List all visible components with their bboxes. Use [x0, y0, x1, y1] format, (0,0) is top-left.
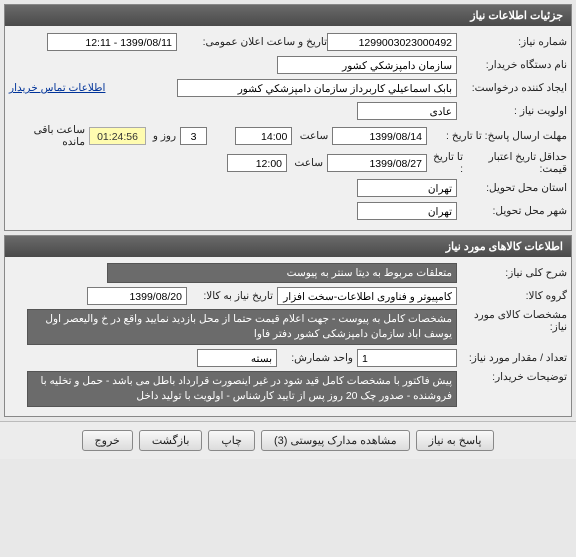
validity-label: حداقل تاریخ اعتبار قیمت: — [467, 151, 567, 175]
city-label: شهر محل تحویل: — [457, 205, 567, 217]
goods-info-panel: اطلاعات کالاهای مورد نیاز شرح کلی نیاز: … — [4, 235, 572, 417]
need-until-field: 1399/08/20 — [87, 287, 187, 305]
panel2-body: شرح کلی نیاز: متعلقات مربوط به دیتا سنتر… — [5, 257, 571, 416]
qty-field: 1 — [357, 349, 457, 367]
validity-to-label: تا تاریخ : — [427, 151, 467, 175]
province-label: استان محل تحویل: — [457, 182, 567, 194]
row-province: استان محل تحویل: تهران — [9, 178, 567, 198]
device-field: سازمان دامپزشکي کشور — [277, 56, 457, 74]
need-no-label: شماره نیاز: — [457, 36, 567, 48]
creator-label: ایجاد کننده درخواست: — [457, 82, 567, 94]
desc-field: متعلقات مربوط به دیتا سنتر به پیوست — [107, 263, 457, 283]
remaining-label: ساعت باقی مانده — [9, 124, 89, 148]
deadline-reply-label: مهلت ارسال پاسخ: تا تاریخ : — [427, 130, 567, 142]
priority-label: اولویت نیاز : — [457, 105, 567, 117]
row-group: گروه کالا: کامپیوتر و فناوری اطلاعات-سخت… — [9, 286, 567, 306]
buyer-notes-field: پیش فاکتور با مشخصات کامل قید شود در غیر… — [27, 371, 457, 407]
validity-time-field: 12:00 — [227, 154, 287, 172]
row-creator: ایجاد کننده درخواست: بابک اسماعیلي کاربر… — [9, 78, 567, 98]
exit-button[interactable]: خروج — [82, 430, 133, 451]
buyer-notes-label: توضیحات خریدار: — [457, 371, 567, 383]
row-need-no: شماره نیاز: 1299003023000492 تاریخ و ساع… — [9, 32, 567, 52]
unit-field: بسته — [197, 349, 277, 367]
row-desc: شرح کلی نیاز: متعلقات مربوط به دیتا سنتر… — [9, 263, 567, 283]
reply-button[interactable]: پاسخ به نیاز — [416, 430, 495, 451]
need-until-label: تاریخ نیاز به کالا: — [187, 290, 277, 302]
contact-link[interactable]: اطلاعات تماس خریدار — [9, 82, 105, 94]
public-dt-label: تاریخ و ساعت اعلان عمومی: — [177, 36, 327, 48]
need-no-field: 1299003023000492 — [327, 33, 457, 51]
row-city: شهر محل تحویل: تهران — [9, 201, 567, 221]
public-dt-field: 1399/08/11 - 12:11 — [47, 33, 177, 51]
spec-label: مشخصات کالای مورد نیاز: — [457, 309, 567, 333]
back-button[interactable]: بازگشت — [139, 430, 203, 451]
day-and-label: روز و — [146, 130, 180, 142]
unit-label: واحد شمارش: — [277, 352, 357, 364]
row-qty: تعداد / مقدار مورد نیاز: 1 واحد شمارش: ب… — [9, 348, 567, 368]
group-label: گروه کالا: — [457, 290, 567, 302]
row-priority: اولویت نیاز : عادی — [9, 101, 567, 121]
print-button[interactable]: چاپ — [208, 430, 255, 451]
remaining-time-field: 01:24:56 — [89, 127, 146, 145]
panel2-header: اطلاعات کالاهای مورد نیاز — [5, 236, 571, 257]
attachments-button[interactable]: مشاهده مدارک پیوستی (3) — [261, 430, 410, 451]
deadline-date-field: 1399/08/14 — [332, 127, 427, 145]
validity-date-field: 1399/08/27 — [327, 154, 427, 172]
row-buyer-notes: توضیحات خریدار: پیش فاکتور با مشخصات کام… — [9, 371, 567, 407]
spec-field: مشخصات کامل به پیوست - جهت اعلام قیمت حت… — [27, 309, 457, 345]
day-count-field: 3 — [180, 127, 207, 145]
panel1-body: شماره نیاز: 1299003023000492 تاریخ و ساع… — [5, 26, 571, 230]
need-details-panel: جزئیات اطلاعات نیاز شماره نیاز: 12990030… — [4, 4, 572, 231]
qty-label: تعداد / مقدار مورد نیاز: — [457, 352, 567, 364]
device-label: نام دستگاه خریدار: — [457, 59, 567, 71]
row-validity: حداقل تاریخ اعتبار قیمت: تا تاریخ : 1399… — [9, 151, 567, 175]
priority-field: عادی — [357, 102, 457, 120]
deadline-time-field: 14:00 — [235, 127, 292, 145]
creator-field: بابک اسماعیلي کاربرداز سازمان دامپزشکي ک… — [177, 79, 457, 97]
row-device: نام دستگاه خریدار: سازمان دامپزشکي کشور — [9, 55, 567, 75]
button-bar: پاسخ به نیاز مشاهده مدارک پیوستی (3) چاپ… — [0, 421, 576, 459]
province-field: تهران — [357, 179, 457, 197]
time-label-2: ساعت — [287, 157, 327, 169]
panel1-header: جزئیات اطلاعات نیاز — [5, 5, 571, 26]
group-field: کامپیوتر و فناوری اطلاعات-سخت افزار — [277, 287, 457, 305]
desc-label: شرح کلی نیاز: — [457, 267, 567, 279]
row-deadline: مهلت ارسال پاسخ: تا تاریخ : 1399/08/14 س… — [9, 124, 567, 148]
row-spec: مشخصات کالای مورد نیاز: مشخصات کامل به پ… — [9, 309, 567, 345]
time-label-1: ساعت — [292, 130, 332, 142]
city-field: تهران — [357, 202, 457, 220]
